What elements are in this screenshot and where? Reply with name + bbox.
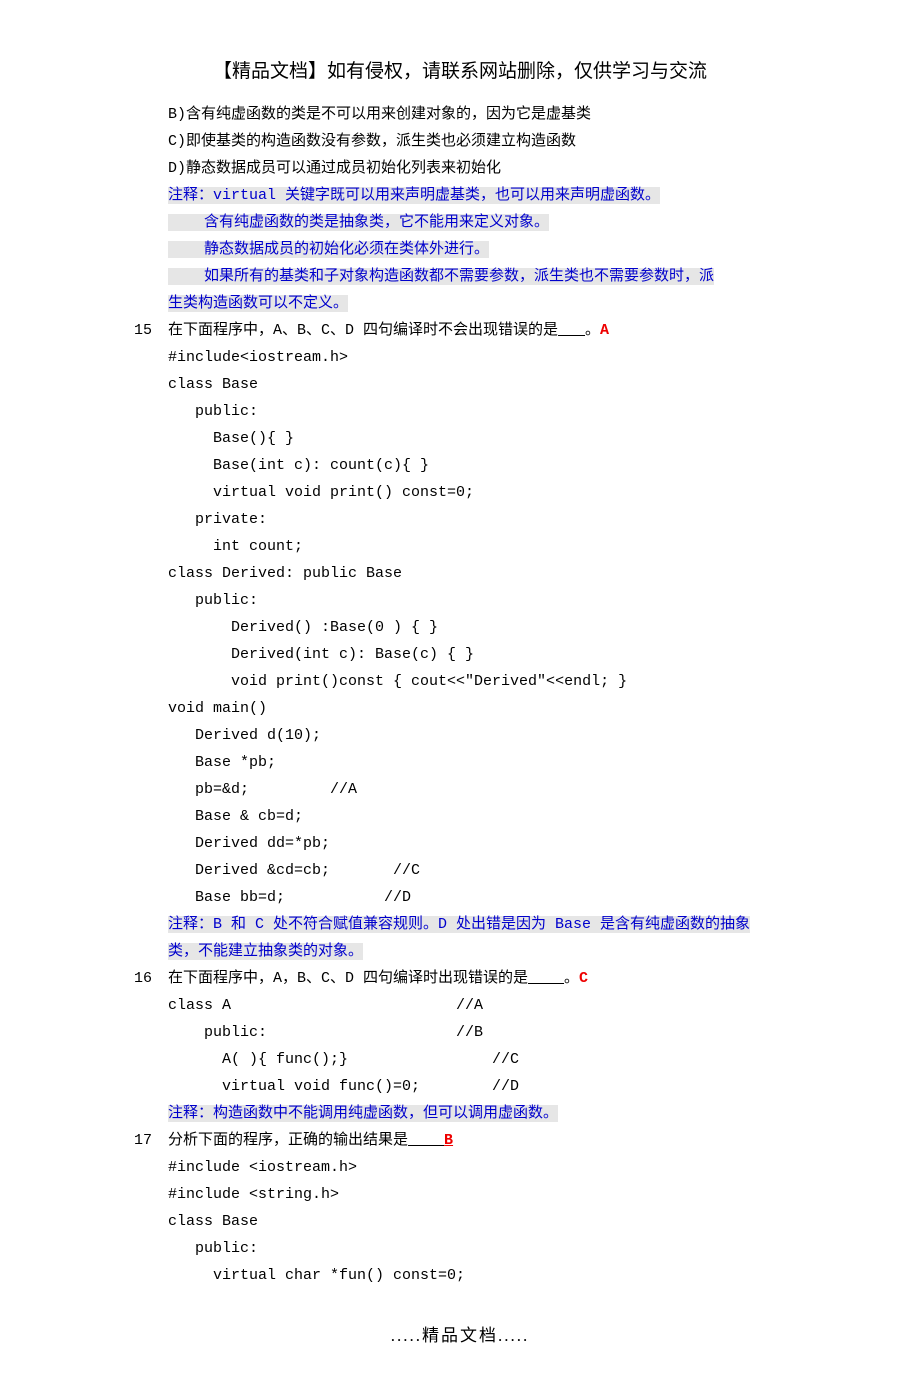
q15-code-7: private: (134, 506, 786, 533)
q-prev-note-4b: 生类构造函数可以不定义。 (134, 290, 786, 317)
q16-code-4: virtual void func()=0; //D (134, 1073, 786, 1100)
q15-note-b: 类，不能建立抽象类的对象。 (134, 938, 786, 965)
q15-code-12: Derived(int c): Base(c) { } (134, 641, 786, 668)
q15-code-15: Derived d(10); (134, 722, 786, 749)
q16-code-3: A( ){ func();} //C (134, 1046, 786, 1073)
q15-code-17: pb=&d; //A (134, 776, 786, 803)
q-prev-note-4a: 如果所有的基类和子对象构造函数都不需要参数，派生类也不需要参数时，派 (134, 263, 786, 290)
q15-code-1: #include<iostream.h> (134, 344, 786, 371)
q15-code-13: void print()const { cout<<"Derived"<<end… (134, 668, 786, 695)
q16-code-1: class A //A (134, 992, 786, 1019)
q-prev-option-d: D)静态数据成员可以通过成员初始化列表来初始化 (134, 155, 786, 182)
q15-code-19: Derived dd=*pb; (134, 830, 786, 857)
q17-code-2: #include <string.h> (134, 1181, 786, 1208)
q15-code-6: virtual void print() const=0; (134, 479, 786, 506)
q15-code-16: Base *pb; (134, 749, 786, 776)
q-prev-option-b: B)含有纯虚函数的类是不可以用来创建对象的，因为它是虚基类 (134, 101, 786, 128)
q15-code-14: void main() (134, 695, 786, 722)
q15-code-18: Base & cb=d; (134, 803, 786, 830)
q15-code-5: Base(int c): count(c){ } (134, 452, 786, 479)
q17-code-3: class Base (134, 1208, 786, 1235)
q17-code-5: virtual char *fun() const=0; (134, 1262, 786, 1289)
q15-code-2: class Base (134, 371, 786, 398)
q17-code-4: public: (134, 1235, 786, 1262)
q-prev-note-3: 静态数据成员的初始化必须在类体外进行。 (134, 236, 786, 263)
q-prev-note-1: 注释：virtual 关键字既可以用来声明虚基类，也可以用来声明虚函数。 (134, 182, 786, 209)
q17-stem: 17分析下面的程序，正确的输出结果是 B (134, 1127, 786, 1154)
q-prev-option-c: C)即使基类的构造函数没有参数，派生类也必须建立构造函数 (134, 128, 786, 155)
q15-note-a: 注释：B 和 C 处不符合赋值兼容规则。D 处出错是因为 Base 是含有纯虚函… (134, 911, 786, 938)
q15-code-4: Base(){ } (134, 425, 786, 452)
q15-code-20: Derived &cd=cb; //C (134, 857, 786, 884)
q16-note: 注释：构造函数中不能调用纯虚函数，但可以调用虚函数。 (134, 1100, 786, 1127)
page-title: 【精品文档】如有侵权，请联系网站删除，仅供学习与交流 (134, 55, 786, 89)
page-footer: .....精品文档..... (134, 1321, 786, 1352)
q15-code-11: Derived() :Base(0 ) { } (134, 614, 786, 641)
q16-code-2: public: //B (134, 1019, 786, 1046)
q15-code-9: class Derived: public Base (134, 560, 786, 587)
q17-code-1: #include <iostream.h> (134, 1154, 786, 1181)
q15-code-8: int count; (134, 533, 786, 560)
q15-code-21: Base bb=d; //D (134, 884, 786, 911)
q15-code-10: public: (134, 587, 786, 614)
q-prev-note-2: 含有纯虚函数的类是抽象类，它不能用来定义对象。 (134, 209, 786, 236)
q15-code-3: public: (134, 398, 786, 425)
q16-stem: 16在下面程序中，A，B、C、D 四句编译时出现错误的是 。C (134, 965, 786, 992)
q15-stem: 15在下面程序中，A、B、C、D 四句编译时不会出现错误的是 。A (134, 317, 786, 344)
